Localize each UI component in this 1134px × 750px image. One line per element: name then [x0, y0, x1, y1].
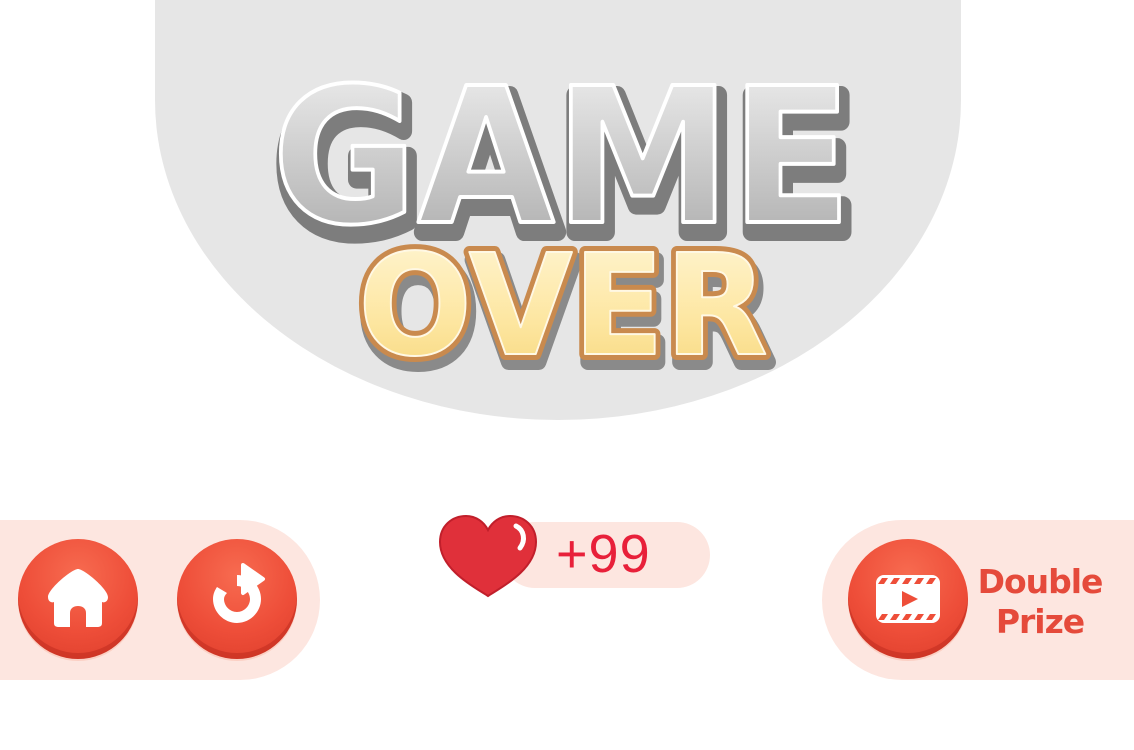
- restart-icon: [213, 563, 265, 623]
- reward-display: +99: [432, 510, 722, 600]
- double-prize-button[interactable]: [848, 539, 968, 659]
- heart-icon: [438, 514, 538, 598]
- double-prize-label-line2: Prize: [995, 602, 1085, 641]
- game-over-screen: GAME GAME OVER OVER OVER +99 Double Priz…: [0, 0, 1134, 750]
- reward-amount: +99: [556, 524, 651, 584]
- restart-button[interactable]: [177, 539, 297, 659]
- video-icon: [876, 575, 940, 623]
- game-over-title: GAME GAME OVER OVER OVER: [267, 46, 865, 404]
- home-icon: [48, 569, 108, 627]
- home-button[interactable]: [18, 539, 138, 659]
- double-prize-label[interactable]: Double Prize: [970, 562, 1110, 642]
- title-line-over-face: OVER: [358, 225, 768, 388]
- double-prize-label-line1: Double: [977, 562, 1104, 601]
